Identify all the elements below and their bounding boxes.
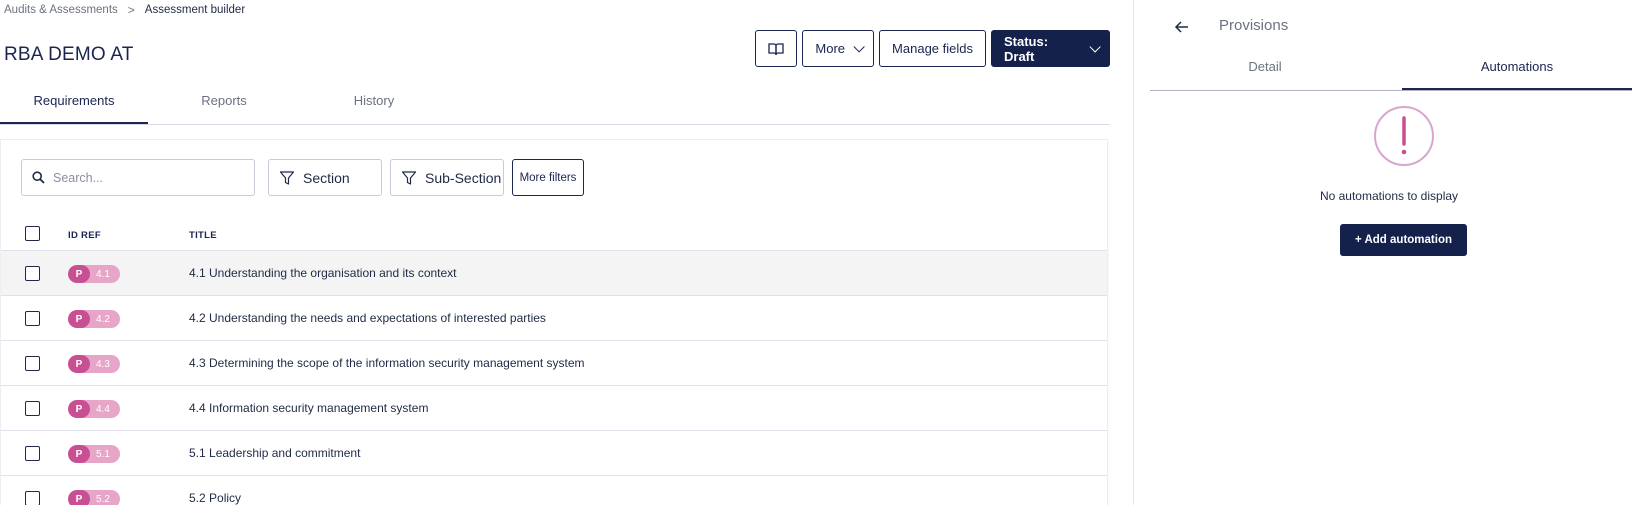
- manage-fields-label: Manage fields: [892, 41, 973, 56]
- tab-reports[interactable]: Reports: [148, 93, 300, 124]
- select-all-checkbox[interactable]: [25, 226, 40, 241]
- table-row[interactable]: P 5.1 5.1 Leadership and commitment: [1, 431, 1107, 476]
- table-row[interactable]: P 4.4 4.4 Information security managemen…: [1, 386, 1107, 431]
- section-filter-button[interactable]: Section: [268, 159, 382, 196]
- row-title: 4.3 Determining the scope of the informa…: [189, 356, 585, 370]
- status-dropdown-button[interactable]: Status: Draft: [991, 30, 1110, 67]
- panel-tabs: Detail Automations: [1150, 53, 1632, 91]
- badge-prefix: P: [68, 310, 90, 328]
- badge-id: 4.1: [96, 268, 110, 280]
- tab-history[interactable]: History: [300, 93, 448, 124]
- column-header-title: TITLE: [189, 230, 217, 241]
- book-icon: [768, 42, 785, 55]
- row-title: 5.2 Policy: [189, 491, 242, 505]
- header-actions: More Manage fields Status: Draft: [755, 30, 1110, 67]
- section-filter-label: Section: [303, 169, 350, 186]
- add-automation-button[interactable]: + Add automation: [1340, 224, 1467, 256]
- provisions-panel: Provisions Detail Automations No automat…: [1133, 0, 1643, 505]
- breadcrumb: Audits & Assessments > Assessment builde…: [4, 3, 245, 17]
- more-button[interactable]: More: [802, 30, 875, 67]
- panel-title: Provisions: [1219, 17, 1289, 34]
- exclamation-circle-icon: [1374, 106, 1434, 166]
- badge-id: 4.3: [96, 358, 110, 370]
- filter-icon: [279, 170, 295, 185]
- row-checkbox[interactable]: [25, 491, 40, 505]
- row-title: 4.4 Information security management syst…: [189, 401, 429, 415]
- id-ref-badge: P 5.1: [68, 445, 120, 463]
- badge-id: 5.1: [96, 448, 110, 460]
- requirements-table: ID REF TITLE P 4.1 4.1 Understanding the…: [1, 217, 1107, 505]
- tab-automations[interactable]: Automations: [1402, 59, 1632, 90]
- row-checkbox[interactable]: [25, 446, 40, 461]
- subsection-filter-label: Sub-Section: [425, 169, 502, 186]
- badge-id: 4.4: [96, 403, 110, 415]
- manage-fields-button[interactable]: Manage fields: [879, 30, 986, 67]
- more-button-label: More: [815, 41, 846, 56]
- badge-prefix: P: [68, 490, 90, 505]
- tab-detail[interactable]: Detail: [1150, 59, 1380, 90]
- id-ref-badge: P 4.1: [68, 265, 120, 283]
- id-ref-badge: P 4.2: [68, 310, 120, 328]
- search-box[interactable]: [21, 159, 255, 196]
- status-label: Status: Draft: [1004, 33, 1049, 64]
- table-row[interactable]: P 4.2 4.2 Understanding the needs and ex…: [1, 296, 1107, 341]
- badge-id: 4.2: [96, 313, 110, 325]
- row-title: 5.1 Leadership and commitment: [189, 446, 361, 460]
- badge-prefix: P: [68, 400, 90, 418]
- search-icon: [32, 171, 45, 184]
- chevron-down-icon: [853, 40, 865, 53]
- subsection-filter-button[interactable]: Sub-Section: [390, 159, 504, 196]
- badge-prefix: P: [68, 265, 90, 283]
- column-header-id-ref: ID REF: [68, 230, 101, 241]
- table-row[interactable]: P 4.1 4.1 Understanding the organisation…: [1, 251, 1107, 296]
- breadcrumb-parent[interactable]: Audits & Assessments: [4, 4, 118, 16]
- main-content: Audits & Assessments > Assessment builde…: [0, 0, 1133, 505]
- table-row[interactable]: P 5.2 5.2 Policy: [1, 476, 1107, 505]
- main-tabs: Requirements Reports History: [0, 89, 1110, 125]
- badge-prefix: P: [68, 445, 90, 463]
- row-title: 4.2 Understanding the needs and expectat…: [189, 311, 546, 325]
- id-ref-badge: P 4.3: [68, 355, 120, 373]
- table-header: ID REF TITLE: [1, 217, 1107, 251]
- chevron-down-icon: [1089, 40, 1101, 53]
- tab-requirements[interactable]: Requirements: [0, 93, 148, 124]
- badge-prefix: P: [68, 355, 90, 373]
- requirements-card: Section Sub-Section More filters ID REF …: [0, 139, 1108, 505]
- badge-id: 5.2: [96, 493, 110, 505]
- breadcrumb-separator-icon: >: [127, 3, 135, 17]
- row-checkbox[interactable]: [25, 311, 40, 326]
- id-ref-badge: P 5.2: [68, 490, 120, 505]
- page-title: RBA DEMO AT: [4, 44, 134, 65]
- row-checkbox[interactable]: [25, 356, 40, 371]
- more-filters-button[interactable]: More filters: [512, 159, 584, 196]
- row-checkbox[interactable]: [25, 401, 40, 416]
- row-checkbox[interactable]: [25, 266, 40, 281]
- row-title: 4.1 Understanding the organisation and i…: [189, 266, 457, 280]
- breadcrumb-current: Assessment builder: [144, 4, 246, 16]
- id-ref-badge: P 4.4: [68, 400, 120, 418]
- search-input[interactable]: [53, 170, 233, 185]
- empty-state-text: No automations to display: [1319, 189, 1459, 203]
- table-row[interactable]: P 4.3 4.3 Determining the scope of the i…: [1, 341, 1107, 386]
- arrow-left-icon[interactable]: [1172, 17, 1192, 37]
- filter-icon: [401, 170, 417, 185]
- book-view-button[interactable]: [755, 30, 798, 67]
